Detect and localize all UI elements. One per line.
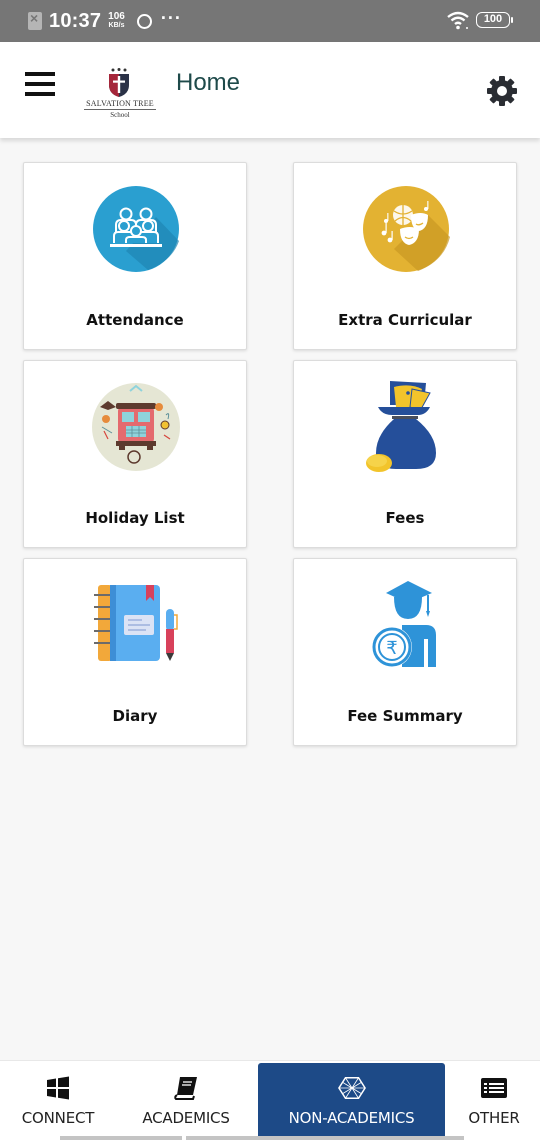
holiday-bus-icon: [92, 383, 180, 471]
page-title: Home: [176, 69, 241, 96]
money-bag-icon: [366, 381, 436, 472]
tile-diary[interactable]: Diary: [23, 558, 247, 746]
nav-label: NON-ACADEMICS: [288, 1109, 415, 1127]
clock: 10:37: [49, 9, 102, 32]
tab-scroll-indicator: [60, 1136, 182, 1140]
settings-gear-button[interactable]: [485, 74, 519, 108]
bottom-navigation: CONNECT ACADEMICS NON-ACADEMICS OTHER: [0, 1060, 540, 1140]
tile-attendance[interactable]: Attendance: [23, 162, 247, 350]
nav-label: ACADEMICS: [142, 1109, 230, 1127]
tile-label: Diary: [112, 707, 158, 725]
tile-fee-summary[interactable]: ₹ Fee Summary: [293, 558, 517, 746]
diary-icon: [94, 585, 178, 661]
nav-other[interactable]: OTHER: [448, 1061, 540, 1140]
hamburger-menu-button[interactable]: [25, 72, 55, 100]
battery-indicator: 100: [476, 12, 513, 28]
svg-text:₹: ₹: [386, 638, 397, 659]
school-name: SALVATION TREE: [84, 99, 156, 110]
nav-connect[interactable]: CONNECT: [0, 1061, 116, 1140]
menu-icon-bar: [25, 82, 55, 86]
nav-academics[interactable]: ACADEMICS: [128, 1061, 244, 1140]
tile-extra-curricular[interactable]: Extra Curricular: [293, 162, 517, 350]
menu-icon-bar: [25, 92, 55, 96]
fee-summary-icon: ₹: [372, 581, 436, 667]
school-name-subtitle: School: [110, 111, 130, 119]
tile-label: Fee Summary: [347, 707, 463, 725]
network-speed-unit: KB/s: [108, 22, 125, 29]
nav-label: OTHER: [468, 1109, 520, 1127]
tile-fees[interactable]: Fees: [293, 360, 517, 548]
menu-icon-bar: [25, 72, 55, 76]
school-logo: SALVATION TREE School: [84, 60, 156, 124]
nav-non-academics[interactable]: NON-ACADEMICS: [258, 1063, 445, 1140]
network-speed-value: 106: [108, 11, 125, 22]
tile-holiday-list[interactable]: Holiday List: [23, 360, 247, 548]
tile-label: Extra Curricular: [338, 311, 472, 329]
list-icon: [481, 1078, 507, 1098]
attendance-icon: [93, 186, 179, 272]
tile-label: Holiday List: [85, 509, 185, 527]
tile-label: Attendance: [86, 311, 184, 329]
book-icon: [174, 1077, 197, 1100]
more-notifications-icon: ···: [160, 7, 182, 28]
shield-cross-icon: [109, 68, 129, 97]
wifi-icon: [447, 11, 469, 30]
no-sim-icon: [28, 10, 42, 30]
extra-curricular-icon: [363, 186, 450, 272]
network-speed: 106 KB/s: [108, 12, 125, 30]
app-bar: SALVATION TREE School Home: [0, 42, 540, 138]
whatsapp-icon: [136, 13, 152, 29]
tile-label: Fees: [385, 509, 425, 527]
status-bar: 10:37 106 KB/s ··· 100: [0, 0, 540, 42]
tab-scroll-indicator: [186, 1136, 464, 1140]
windows-grid-icon: [47, 1076, 69, 1100]
nav-label: CONNECT: [21, 1109, 95, 1127]
hexagon-network-icon: [337, 1076, 366, 1100]
